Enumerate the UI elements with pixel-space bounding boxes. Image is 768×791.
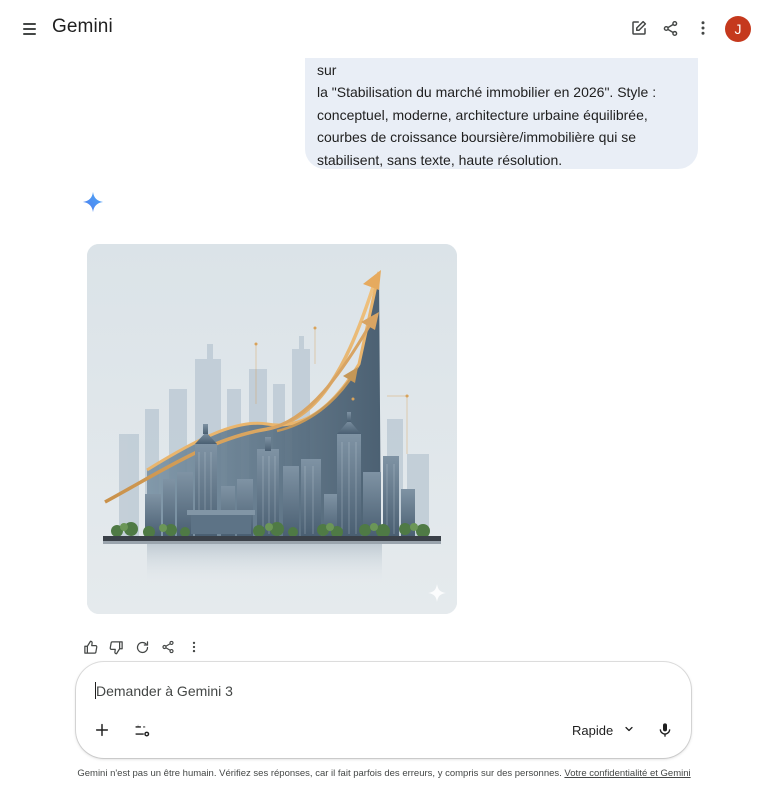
share-icon[interactable]: [659, 17, 681, 39]
user-message-line: courbes de croissance boursière/immobili…: [317, 129, 637, 145]
new-chat-icon[interactable]: [628, 17, 650, 39]
generated-image-art: [87, 244, 457, 614]
response-actions: [81, 638, 203, 656]
prompt-input[interactable]: [96, 680, 656, 702]
top-bar: Gemini J: [0, 0, 768, 58]
share-icon[interactable]: [159, 638, 177, 656]
thumbs-up-icon[interactable]: [81, 638, 99, 656]
chevron-down-icon: [623, 723, 635, 738]
menu-icon[interactable]: [18, 17, 42, 41]
thumbs-down-icon[interactable]: [107, 638, 125, 656]
user-message-line: conceptuel, moderne, architecture urbain…: [317, 106, 648, 123]
mode-selector[interactable]: Rapide: [572, 720, 635, 740]
mode-label: Rapide: [572, 722, 614, 738]
privacy-link[interactable]: Votre confidentialité et Gemini: [564, 768, 690, 779]
app-title[interactable]: Gemini: [52, 16, 113, 38]
prompt-composer: Rapide: [76, 662, 691, 758]
user-message-line: la "Stabilisation du marché immobilier e…: [317, 84, 657, 100]
disclaimer-text: Gemini n'est pas un être humain. Vérifie…: [77, 768, 565, 779]
redo-icon[interactable]: [133, 638, 151, 656]
more-vert-icon[interactable]: [692, 17, 714, 39]
mic-icon[interactable]: [653, 718, 677, 742]
more-vert-icon[interactable]: [185, 638, 203, 656]
disclaimer-footer: Gemini n'est pas un être humain. Vérifie…: [0, 768, 768, 779]
text-caret: [95, 682, 96, 699]
avatar[interactable]: J: [725, 16, 751, 42]
user-message-line: stabilisent, sans texte, haute résolutio…: [317, 151, 563, 168]
add-icon[interactable]: [90, 718, 114, 742]
generated-image[interactable]: [87, 244, 457, 614]
gemini-sparkle-icon: [82, 191, 104, 213]
tools-icon[interactable]: [130, 718, 154, 742]
